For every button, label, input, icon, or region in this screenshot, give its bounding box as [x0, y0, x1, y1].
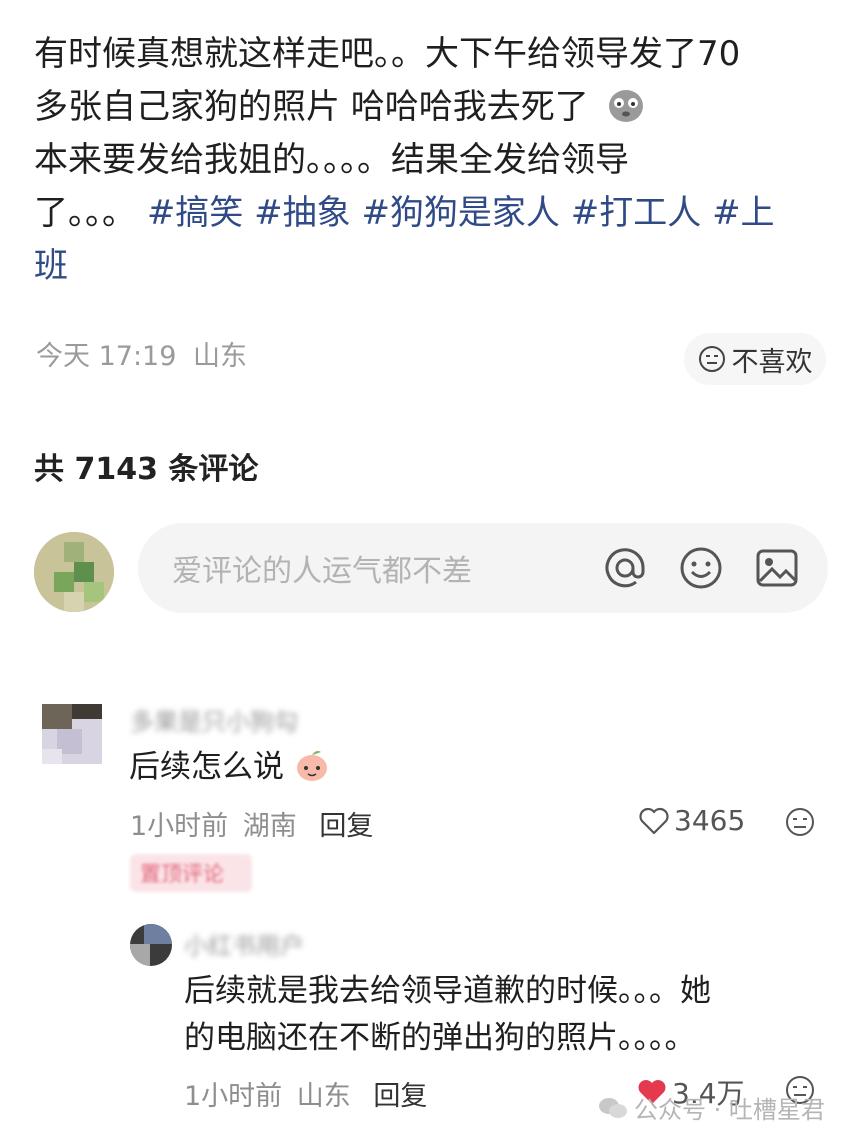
post-line-2-text: 多张自己家狗的照片 哈哈哈我去死了	[34, 87, 589, 127]
comment-input-placeholder: 爱评论的人运气都不差	[172, 554, 472, 589]
heart-outline-icon	[639, 807, 669, 834]
hashtag-funny[interactable]: #搞笑	[147, 193, 244, 233]
post-line-2: 多张自己家狗的照片 哈哈哈我去死了	[34, 81, 834, 134]
hashtag-abstract[interactable]: #抽象	[254, 193, 351, 233]
comment-input[interactable]: 爱评论的人运气都不差	[138, 523, 828, 613]
post-line-5: 班	[34, 240, 834, 293]
post-location: 山东	[193, 341, 247, 372]
avatar-image	[42, 704, 102, 764]
avatar[interactable]	[42, 704, 102, 764]
avatar[interactable]	[34, 532, 114, 612]
like-button[interactable]: 3465	[638, 804, 745, 837]
avatar-image	[34, 532, 114, 612]
post-meta: 今天 17:19 山东	[36, 334, 247, 373]
watermark-text: 公众号 · 吐槽星君	[634, 1096, 825, 1124]
post-line-1: 有时候真想就这样走吧。。大下午给领导发了70	[34, 34, 741, 74]
commenter-name[interactable]: 多果是只小狗勾	[130, 702, 298, 737]
reply-button[interactable]: 回复	[319, 811, 373, 842]
peach-emoji-icon	[296, 751, 327, 781]
dislike-icon[interactable]	[784, 806, 816, 838]
meh-face-icon	[698, 346, 725, 372]
like-count: 3465	[674, 804, 746, 837]
reply-location: 山东	[296, 1081, 351, 1112]
reply-button[interactable]: 回复	[373, 1081, 427, 1112]
comment-count: 共 7143 条评论	[34, 452, 259, 487]
comment-location: 湖南	[242, 811, 297, 842]
hashtag-go-to-work-cont[interactable]: 班	[34, 246, 68, 286]
hashtag-worker[interactable]: #打工人	[571, 193, 702, 233]
sob-emoji-icon	[608, 90, 643, 122]
comment-text-content: 后续怎么说	[129, 749, 284, 785]
emoji-icon[interactable]	[676, 543, 726, 593]
post-line-4: 了。。。 #搞笑 #抽象 #狗狗是家人 #打工人 #上	[34, 187, 834, 240]
hashtag-dogs-are-family[interactable]: #狗狗是家人	[361, 193, 560, 233]
comment-time: 1小时前	[130, 811, 229, 842]
comment-meta: 1小时前 湖南 回复	[130, 804, 373, 843]
post-body: 有时候真想就这样走吧。。大下午给领导发了70 多张自己家狗的照片 哈哈哈我去死了…	[34, 28, 834, 293]
at-mention-icon[interactable]	[600, 543, 650, 593]
post-line-3: 本来要发给我姐的。。。。结果全发给领导	[34, 140, 629, 180]
wechat-icon	[599, 1097, 627, 1118]
reply-meta: 1小时前 山东 回复	[184, 1074, 427, 1113]
avatar-image	[130, 924, 172, 966]
post-time: 今天 17:19	[36, 341, 177, 372]
reply-text-line-1: 后续就是我去给领导道歉的时候。。。她	[184, 973, 711, 1009]
pinned-badge: 置顶评论	[130, 854, 252, 892]
post-line-4-prefix: 了。。。	[34, 193, 136, 233]
watermark: 公众号 · 吐槽星君	[598, 1090, 825, 1125]
reply-text: 后续就是我去给领导道歉的时候。。。她 的电脑还在不断的弹出狗的照片。。。。	[184, 968, 711, 1062]
image-icon[interactable]	[752, 543, 802, 593]
hashtag-go-to-work[interactable]: #上	[712, 193, 775, 233]
avatar[interactable]	[130, 924, 172, 966]
reply-time: 1小时前	[184, 1081, 283, 1112]
dislike-button[interactable]: 不喜欢	[684, 333, 826, 385]
comment-text: 后续怎么说	[129, 744, 330, 791]
reply-text-line-2: 的电脑还在不断的弹出狗的照片。。。。	[184, 1020, 696, 1056]
replier-name[interactable]: 小红书用户	[184, 926, 304, 961]
dislike-label: 不喜欢	[731, 346, 813, 378]
